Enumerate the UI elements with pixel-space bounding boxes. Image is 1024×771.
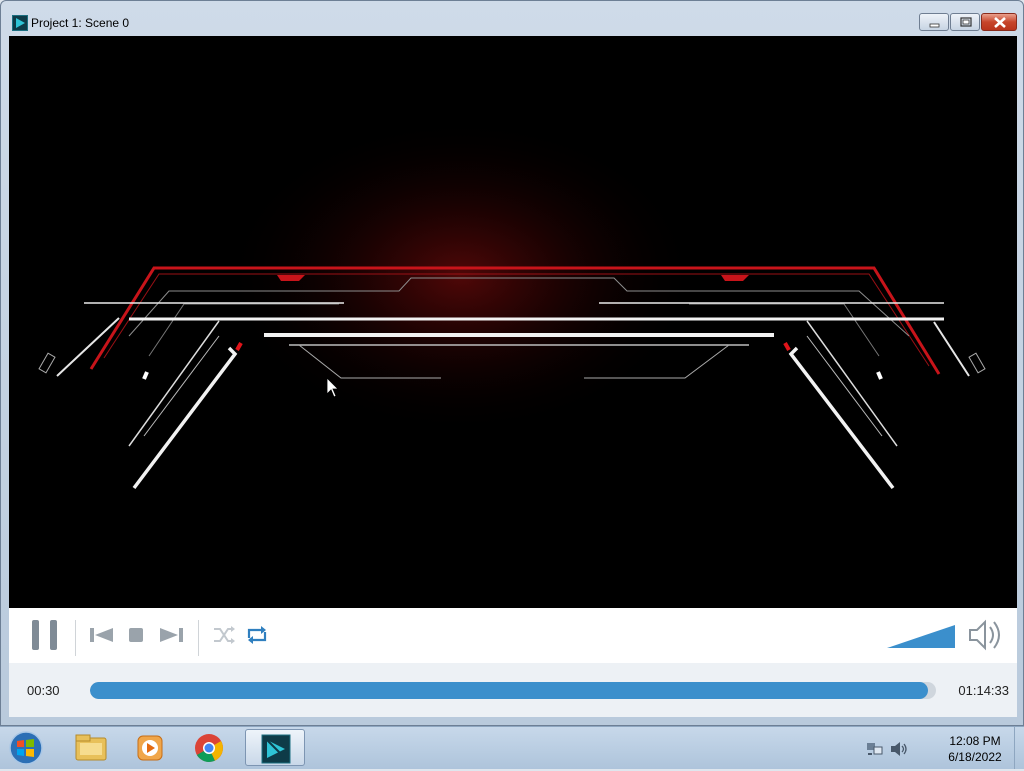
shuffle-icon — [214, 626, 235, 644]
video-editor-icon — [261, 734, 291, 764]
stop-icon — [129, 628, 143, 642]
taskbar: 12:08 PM 6/18/2022 — [0, 726, 1024, 769]
current-time: 00:30 — [27, 683, 60, 698]
pause-icon — [32, 620, 57, 650]
video-display[interactable] — [9, 36, 1017, 608]
taskbar-media-player[interactable] — [122, 729, 178, 766]
start-button[interactable] — [6, 730, 46, 766]
title-bar[interactable]: Project 1: Scene 0 — [1, 1, 1023, 35]
seek-progress — [90, 682, 928, 699]
maximize-button[interactable] — [950, 13, 980, 31]
show-desktop-button[interactable] — [1014, 727, 1024, 769]
taskbar-video-editor[interactable] — [245, 729, 305, 766]
shuffle-button[interactable] — [211, 608, 237, 663]
seek-bar[interactable] — [90, 682, 936, 699]
volume-slider[interactable] — [885, 608, 957, 663]
divider — [198, 620, 199, 656]
mute-button[interactable] — [967, 608, 1007, 663]
speaker-icon[interactable] — [890, 741, 908, 762]
player-window: Project 1: Scene 0 00:30 01:14:33 — [0, 0, 1024, 726]
volume-level — [887, 625, 955, 648]
network-icon[interactable] — [866, 741, 884, 762]
previous-button[interactable] — [87, 608, 117, 663]
taskbar-file-explorer[interactable] — [62, 729, 118, 766]
clock-time: 12:08 PM — [949, 734, 1001, 748]
minimize-button[interactable] — [919, 13, 949, 31]
divider — [75, 620, 76, 656]
taskbar-chrome[interactable] — [182, 729, 238, 766]
start-orb-icon — [9, 731, 43, 765]
chrome-icon — [195, 734, 223, 762]
video-frame — [38, 116, 986, 490]
repeat-button[interactable] — [244, 608, 270, 663]
window-title: Project 1: Scene 0 — [31, 16, 130, 30]
close-button[interactable] — [981, 13, 1017, 31]
pause-button[interactable] — [27, 608, 67, 663]
system-clock[interactable]: 12:08 PM 6/18/2022 — [930, 733, 1020, 765]
previous-icon — [90, 628, 113, 642]
app-icon — [12, 15, 28, 31]
file-explorer-icon — [75, 734, 107, 761]
media-player-icon — [137, 735, 163, 761]
total-time: 01:14:33 — [958, 683, 1009, 698]
playback-controls — [9, 608, 1017, 663]
repeat-icon — [247, 626, 267, 644]
seek-area: 00:30 01:14:33 — [9, 663, 1017, 717]
next-button[interactable] — [157, 608, 187, 663]
next-icon — [160, 628, 183, 642]
volume-icon — [969, 619, 1000, 651]
stop-button[interactable] — [126, 608, 148, 663]
clock-date: 6/18/2022 — [948, 750, 1002, 764]
